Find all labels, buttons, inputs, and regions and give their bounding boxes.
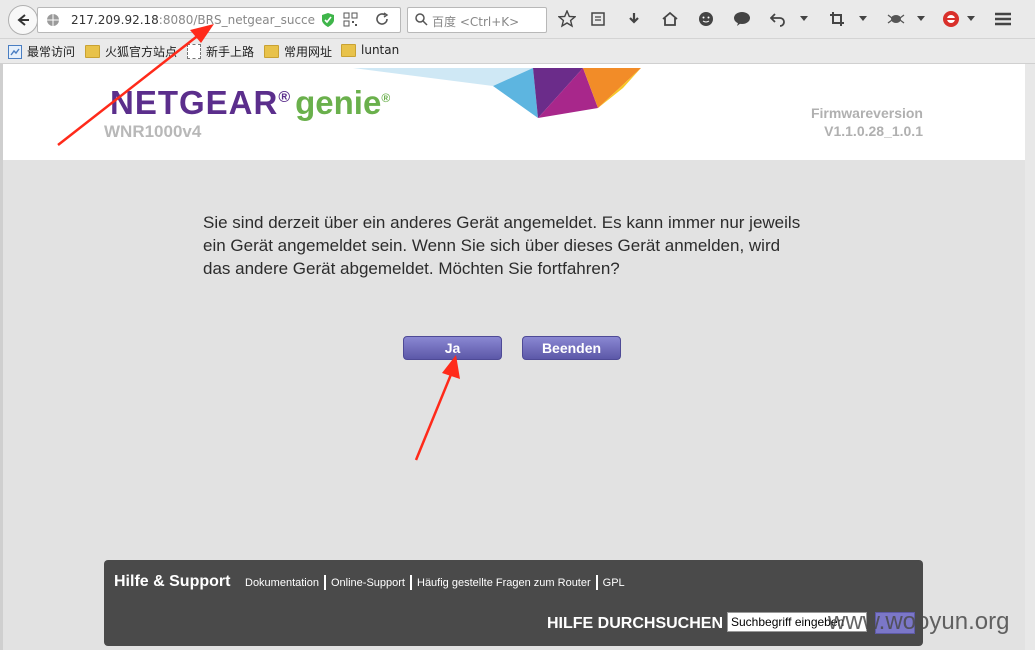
link-documentation[interactable]: Dokumentation bbox=[245, 577, 319, 589]
search-bar[interactable]: 百度 <Ctrl+K> bbox=[407, 7, 547, 33]
link-faq[interactable]: Häufig gestellte Fragen zum Router bbox=[417, 577, 591, 589]
globe-icon bbox=[47, 14, 59, 26]
undo-icon[interactable] bbox=[769, 10, 787, 28]
link-gpl[interactable]: GPL bbox=[603, 577, 625, 589]
login-conflict-message: Sie sind derzeit über ein anderes Gerät … bbox=[203, 213, 801, 278]
chevron-down-icon[interactable] bbox=[795, 10, 813, 28]
chat-icon[interactable] bbox=[733, 10, 751, 28]
bookmark-common-sites[interactable]: 常用网址 bbox=[264, 43, 332, 60]
home-icon[interactable] bbox=[661, 10, 679, 28]
scrollbar[interactable] bbox=[1025, 64, 1035, 650]
folder-icon bbox=[85, 45, 100, 58]
brand-name: NETGEAR bbox=[110, 84, 279, 121]
page-icon bbox=[187, 44, 201, 59]
bug-icon[interactable] bbox=[887, 10, 905, 28]
bookmark-label: luntan bbox=[361, 43, 400, 57]
search-icon bbox=[415, 13, 428, 26]
addon-icon[interactable] bbox=[942, 10, 960, 28]
qr-code-icon[interactable] bbox=[343, 12, 358, 27]
bookmark-label: 最常访问 bbox=[27, 45, 76, 59]
bookmarks-bar: 最常访问 火狐官方站点 新手上路 常用网址 luntan bbox=[0, 39, 1035, 64]
chevron-down-icon[interactable] bbox=[854, 10, 872, 28]
bookmark-firefox-official[interactable]: 火狐官方站点 bbox=[85, 43, 177, 60]
shield-icon[interactable] bbox=[321, 12, 335, 28]
trademark-symbol: ® bbox=[278, 89, 292, 106]
firmware-version: V1.1.0.28_1.0.1 bbox=[824, 123, 923, 139]
bookmark-label: 火狐官方站点 bbox=[105, 45, 178, 59]
firmware-label: Firmwareversion bbox=[810, 105, 923, 121]
menu-icon[interactable] bbox=[994, 10, 1012, 28]
reading-list-icon[interactable] bbox=[589, 10, 607, 28]
browser-toolbar: 217.209.92.18:8080/BRS_netgear_succe 百度 … bbox=[0, 0, 1035, 39]
crop-icon[interactable] bbox=[828, 10, 846, 28]
bookmark-label: 常用网址 bbox=[284, 45, 333, 59]
help-support-title: Hilfe & Support bbox=[114, 573, 231, 590]
link-online-support[interactable]: Online-Support bbox=[331, 577, 405, 589]
emoji-icon[interactable] bbox=[697, 10, 715, 28]
router-page: NETGEAR® genie® WNR1000v4 Firmwareversion… bbox=[3, 64, 1025, 650]
chevron-down-icon[interactable] bbox=[912, 10, 930, 28]
chevron-down-icon[interactable] bbox=[962, 10, 980, 28]
yes-button[interactable]: Ja bbox=[403, 336, 502, 360]
reload-icon[interactable] bbox=[375, 12, 389, 26]
bookmark-getting-started[interactable]: 新手上路 bbox=[187, 43, 254, 60]
download-icon[interactable] bbox=[625, 10, 643, 28]
folder-icon bbox=[264, 45, 279, 58]
bookmark-luntan[interactable]: luntan bbox=[341, 43, 399, 57]
page-header: NETGEAR® genie® WNR1000v4 Firmwareversion… bbox=[3, 64, 1025, 160]
back-button[interactable] bbox=[8, 5, 38, 35]
help-search-title: HILFE DURCHSUCHEN bbox=[547, 615, 723, 632]
link-separator bbox=[324, 575, 326, 590]
most-visited-icon bbox=[8, 44, 22, 59]
url-path: :8080/BRS_netgear_succe bbox=[158, 13, 316, 27]
bookmark-label: 新手上路 bbox=[206, 45, 255, 59]
bookmark-most-visited[interactable]: 最常访问 bbox=[8, 43, 75, 60]
url-text: 217.209.92.18:8080/BRS_netgear_succe bbox=[71, 13, 315, 27]
address-bar[interactable]: 217.209.92.18:8080/BRS_netgear_succe bbox=[37, 7, 401, 33]
folder-icon bbox=[341, 43, 356, 57]
watermark: www.wooyun.org bbox=[828, 608, 1010, 635]
netgear-genie-logo: NETGEAR® genie® bbox=[110, 84, 391, 122]
help-support-footer: Hilfe & Support Dokumentation Online-Sup… bbox=[104, 560, 923, 646]
quit-button[interactable]: Beenden bbox=[522, 336, 621, 360]
help-links: Dokumentation Online-Support Häufig gest… bbox=[245, 575, 625, 590]
router-model: WNR1000v4 bbox=[104, 122, 202, 141]
link-separator bbox=[595, 575, 598, 590]
star-icon[interactable] bbox=[558, 10, 576, 28]
header-graphic bbox=[353, 68, 641, 118]
back-arrow-icon bbox=[17, 14, 29, 26]
url-host: 217.209.92.18 bbox=[71, 13, 159, 27]
link-separator bbox=[410, 575, 412, 590]
search-placeholder: 百度 <Ctrl+K> bbox=[432, 15, 520, 29]
